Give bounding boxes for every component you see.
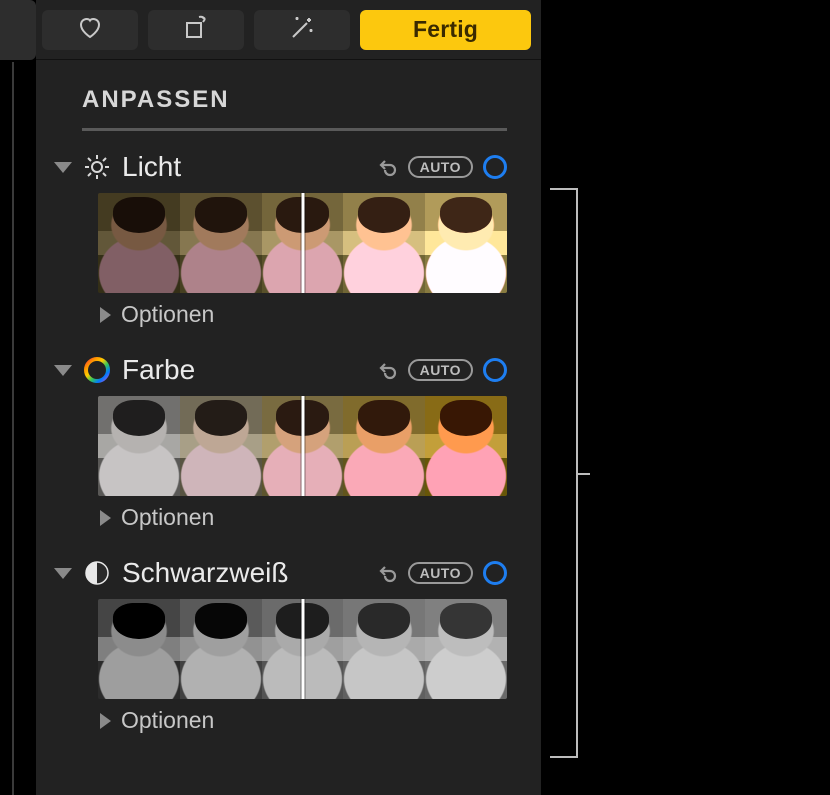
bw-thumb-1: [98, 599, 180, 699]
light-slider[interactable]: [98, 193, 507, 293]
callout-leader: [576, 473, 590, 475]
crop-icon: [181, 15, 211, 44]
status-ring-bw[interactable]: [483, 561, 507, 585]
options-label-light: Optionen: [121, 301, 214, 328]
magic-wand-button[interactable]: [254, 10, 350, 50]
group-bw: Schwarzweiß AUTO Optionen: [36, 551, 541, 754]
light-icon: [82, 152, 112, 182]
undo-icon[interactable]: [376, 562, 398, 584]
group-label-light: Licht: [122, 151, 366, 183]
chevron-down-icon: [54, 365, 72, 376]
bw-slider[interactable]: [98, 599, 507, 699]
group-header-bw[interactable]: Schwarzweiß AUTO: [54, 557, 507, 589]
group-label-color: Farbe: [122, 354, 366, 386]
auto-button-color[interactable]: AUTO: [408, 359, 473, 381]
favorite-button[interactable]: [42, 10, 138, 50]
adjust-panel: Fertig ANPASSEN Licht AUTO: [36, 0, 542, 795]
heart-icon: [76, 16, 104, 43]
light-slider-marker[interactable]: [301, 193, 304, 293]
left-divider: [12, 62, 14, 795]
crop-rotate-button[interactable]: [148, 10, 244, 50]
chevron-down-icon: [54, 568, 72, 579]
toolbar-prev-segment: [0, 0, 36, 60]
bw-thumb-2: [180, 599, 262, 699]
chevron-right-icon: [100, 307, 111, 323]
bw-thumb-4: [343, 599, 425, 699]
undo-icon[interactable]: [376, 359, 398, 381]
color-thumb-1: [98, 396, 180, 496]
color-icon: [82, 355, 112, 385]
bw-icon: [82, 558, 112, 588]
magic-wand-icon: [287, 15, 317, 44]
status-ring-light[interactable]: [483, 155, 507, 179]
auto-button-light[interactable]: AUTO: [408, 156, 473, 178]
options-toggle-bw[interactable]: Optionen: [100, 707, 507, 734]
group-color: Farbe AUTO Optionen: [36, 348, 541, 551]
group-header-light[interactable]: Licht AUTO: [54, 151, 507, 183]
color-thumb-2: [180, 396, 262, 496]
color-thumb-5: [425, 396, 507, 496]
toolbar: Fertig: [36, 0, 541, 60]
light-thumb-2: [180, 193, 262, 293]
color-slider-marker[interactable]: [301, 396, 304, 496]
options-toggle-color[interactable]: Optionen: [100, 504, 507, 531]
color-slider[interactable]: [98, 396, 507, 496]
light-thumb-1: [98, 193, 180, 293]
bw-slider-marker[interactable]: [301, 599, 304, 699]
options-label-bw: Optionen: [121, 707, 214, 734]
section-title: ANPASSEN: [36, 60, 541, 124]
group-label-bw: Schwarzweiß: [122, 557, 366, 589]
status-ring-color[interactable]: [483, 358, 507, 382]
auto-button-bw[interactable]: AUTO: [408, 562, 473, 584]
callout-bracket: [548, 188, 578, 758]
undo-icon[interactable]: [376, 156, 398, 178]
group-light: Licht AUTO Optionen: [36, 145, 541, 348]
options-label-color: Optionen: [121, 504, 214, 531]
chevron-right-icon: [100, 510, 111, 526]
chevron-right-icon: [100, 713, 111, 729]
color-thumb-4: [343, 396, 425, 496]
light-thumb-5: [425, 193, 507, 293]
done-button[interactable]: Fertig: [360, 10, 531, 50]
light-thumb-4: [343, 193, 425, 293]
group-header-color[interactable]: Farbe AUTO: [54, 354, 507, 386]
section-title-underline: [82, 128, 507, 131]
chevron-down-icon: [54, 162, 72, 173]
bw-thumb-5: [425, 599, 507, 699]
options-toggle-light[interactable]: Optionen: [100, 301, 507, 328]
